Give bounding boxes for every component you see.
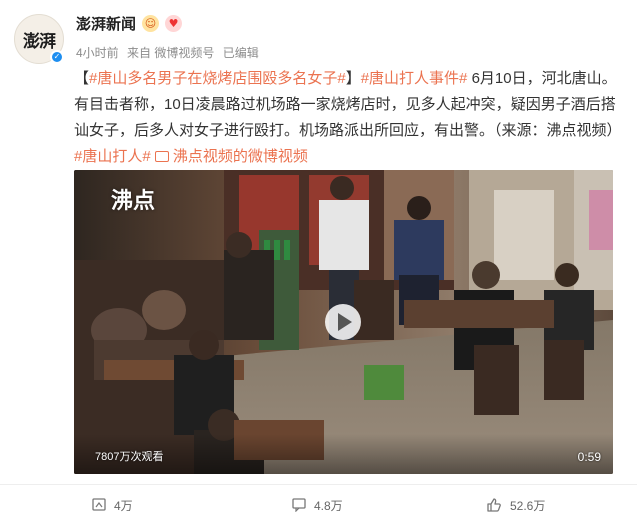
action-bar: 4万 4.8万 52.6万 — [0, 485, 637, 525]
video-link[interactable]: 沸点视频的微博视频 — [154, 148, 308, 165]
edited-label[interactable]: 已编辑 — [223, 46, 259, 60]
play-button[interactable] — [325, 304, 361, 340]
topic-link[interactable]: #唐山打人事件# — [361, 70, 468, 87]
video-link-icon — [154, 150, 169, 162]
like-count: 52.6万 — [510, 498, 546, 513]
repost-button[interactable]: 4万 — [92, 485, 133, 525]
repost-icon — [92, 498, 106, 511]
video-player[interactable]: 沸点 7807万次观看 0:59 — [74, 170, 613, 474]
post-time[interactable]: 4小时前 — [76, 46, 119, 60]
member-badge-icon[interactable]: ☺ — [142, 14, 160, 32]
comment-count: 4.8万 — [314, 498, 343, 513]
like-button[interactable]: 52.6万 — [486, 485, 545, 525]
repost-count: 4万 — [114, 498, 133, 513]
author-name[interactable]: 澎湃新闻 — [76, 13, 136, 34]
post-header: 澎湃 ✓ 澎湃新闻 ☺ ♥ 4小时前 来自 微博视频号 已编辑 — [0, 0, 637, 70]
view-count: 7807万次观看 — [95, 451, 164, 463]
video-link-text: 沸点视频的微博视频 — [172, 148, 308, 165]
post-text: 【#唐山多名男子在烧烤店围殴多名女子#】#唐山打人事件# 6月10日，河北唐山。… — [74, 66, 622, 170]
post-source: 来自 微博视频号 — [127, 46, 215, 60]
verified-icon: ✓ — [50, 50, 64, 64]
avatar-text: 澎湃 — [23, 31, 56, 52]
video-duration: 0:59 — [577, 450, 601, 464]
comment-button[interactable]: 4.8万 — [292, 485, 343, 525]
comment-icon — [292, 498, 306, 512]
post-text-segment: 【 — [74, 70, 90, 87]
fan-badge-icon[interactable]: ♥ — [165, 14, 183, 32]
topic-link[interactable]: #唐山打人# — [74, 148, 151, 165]
author-row: 澎湃新闻 ☺ ♥ — [76, 12, 183, 34]
thumbs-up-icon — [487, 498, 501, 512]
topic-link[interactable]: #唐山多名男子在烧烤店围殴多名女子# — [89, 70, 346, 87]
post-text-segment: 】 — [345, 70, 361, 87]
post-meta: 4小时前 来自 微博视频号 已编辑 — [76, 44, 264, 61]
video-watermark: 沸点 — [111, 189, 156, 214]
